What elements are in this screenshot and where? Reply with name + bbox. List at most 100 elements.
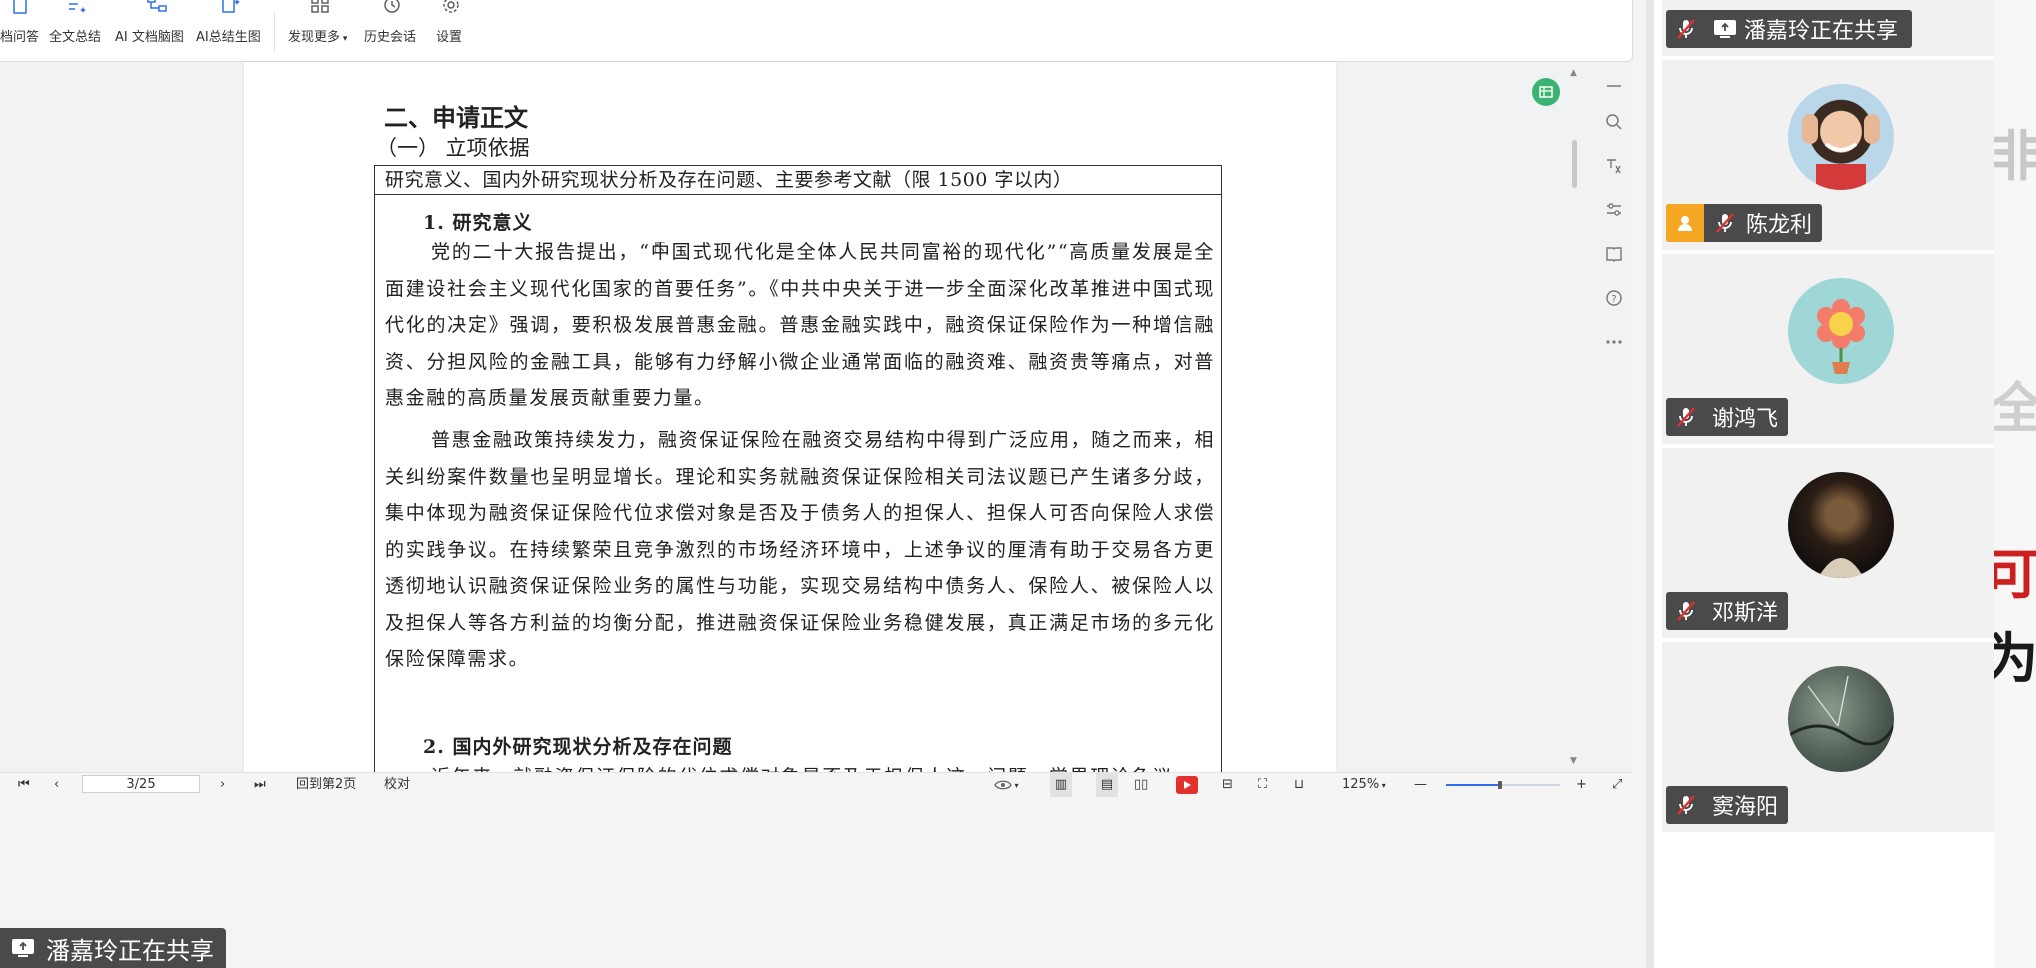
back-to-page-link[interactable]: 回到第2页 bbox=[296, 773, 356, 797]
box-header: 研究意义、国内外研究现状分析及存在问题、主要参考文献（限 1500 字以内） bbox=[375, 166, 1221, 195]
zoom-slider[interactable] bbox=[1446, 781, 1560, 789]
mic-off-icon bbox=[1666, 786, 1706, 824]
toolbar-label: 档问答 bbox=[0, 30, 40, 45]
read-mode-icon[interactable] bbox=[1596, 240, 1632, 268]
fullscreen-icon[interactable]: ⤢ bbox=[1612, 773, 1622, 797]
toolbar-item-mindmap[interactable]: AI 文档脑图 bbox=[115, 0, 199, 60]
participant-name-tag: 窦海阳 bbox=[1666, 786, 1789, 824]
participant-tile[interactable]: 窦海阳 bbox=[1662, 642, 2002, 832]
gear-icon bbox=[440, 0, 462, 16]
continuous-page-icon[interactable]: ▤ bbox=[1096, 773, 1118, 797]
avatar bbox=[1788, 666, 1894, 772]
search-icon[interactable] bbox=[1596, 108, 1632, 136]
toolbar-divider bbox=[274, 12, 275, 52]
last-page-icon[interactable]: ⏭ bbox=[254, 773, 266, 797]
mic-off-icon bbox=[1710, 204, 1740, 242]
share-name-text: 潘嘉玲正在共享 bbox=[1744, 19, 1899, 44]
participant-name: 陈龙利 bbox=[1746, 213, 1813, 238]
toolbar-item-image-gen[interactable]: AI总结生图 bbox=[196, 0, 266, 60]
fit-width-icon[interactable]: ⊟ bbox=[1222, 773, 1233, 797]
participant-tile[interactable]: 谢鸿飞 bbox=[1662, 254, 2002, 444]
history-icon bbox=[381, 0, 403, 16]
share-name-tag: 潘嘉玲正在共享 bbox=[1666, 10, 1913, 48]
more-icon[interactable] bbox=[1596, 328, 1632, 356]
content-box: 研究意义、国内外研究现状分析及存在问题、主要参考文献（限 1500 字以内） 1… bbox=[374, 165, 1222, 772]
participant-name-tag: 邓斯洋 bbox=[1666, 592, 1789, 630]
toolbar-label: AI 文档脑图 bbox=[115, 30, 184, 45]
chevron-down-icon: ▾ bbox=[340, 34, 348, 44]
avatar bbox=[1788, 84, 1894, 190]
mic-off-icon bbox=[1666, 592, 1706, 630]
slide-text-fragment: 非 bbox=[1994, 124, 2036, 188]
minimize-icon[interactable] bbox=[1596, 72, 1632, 100]
zoom-in-icon[interactable]: + bbox=[1576, 773, 1587, 797]
next-page-icon[interactable]: › bbox=[220, 773, 225, 797]
participant-tile[interactable]: 陈龙利 bbox=[1662, 60, 2002, 250]
slide-text-fragment: 为任 bbox=[1994, 626, 2036, 690]
first-page-icon[interactable]: ⏮ bbox=[18, 773, 30, 797]
ai-toolbar: 档问答 全文总结 AI 文档脑图 AI总结生图 发现更多 ▾ 历史会话 设置 bbox=[0, 0, 1633, 62]
section-title: 1. 研究意义 bbox=[423, 212, 533, 234]
proofread-button[interactable]: 校对 bbox=[384, 773, 410, 797]
translate-icon[interactable] bbox=[1596, 152, 1632, 180]
slide-text-fragment: 可打 bbox=[1994, 542, 2036, 606]
summary-icon bbox=[66, 0, 88, 16]
mindmap-icon bbox=[146, 0, 168, 16]
record-button[interactable] bbox=[1176, 776, 1198, 794]
participant-tile-sharer[interactable]: 潘嘉玲正在共享 bbox=[1662, 0, 2002, 56]
side-tool-strip: ? bbox=[1596, 62, 1632, 772]
document-page: 二、申请正文 （一） 立项依据 研究意义、国内外研究现状分析及存在问题、主要参考… bbox=[244, 62, 1336, 772]
avatar bbox=[1788, 472, 1894, 578]
avatar bbox=[1788, 278, 1894, 384]
prev-page-icon[interactable]: ‹ bbox=[54, 773, 59, 797]
spreadsheet-icon[interactable] bbox=[1532, 78, 1560, 106]
svg-text:?: ? bbox=[1611, 294, 1616, 305]
zoom-select[interactable]: 125% ▾ bbox=[1342, 773, 1386, 797]
toolbar-label: 设置 bbox=[436, 30, 463, 45]
fit-page-icon[interactable]: ⛶ bbox=[1258, 773, 1267, 797]
mouse-cursor-icon: ⇱ bbox=[654, 240, 666, 256]
paragraph: 近年来，就融资保证保险的代位求偿对象是否及于担保人这一问题，学界理论争议 bbox=[385, 759, 1215, 772]
help-icon[interactable]: ? bbox=[1596, 284, 1632, 312]
toolbar-label: 历史会话 bbox=[364, 30, 417, 45]
document-viewer[interactable]: 二、申请正文 （一） 立项依据 研究意义、国内外研究现状分析及存在问题、主要参考… bbox=[0, 62, 1632, 772]
sliders-icon[interactable] bbox=[1596, 196, 1632, 224]
screen-share-icon bbox=[12, 939, 34, 957]
zoom-slider-thumb[interactable] bbox=[1497, 781, 1502, 789]
share-banner-text: 潘嘉玲正在共享 bbox=[46, 936, 214, 965]
two-page-icon[interactable]: ▯▯ bbox=[1134, 773, 1148, 797]
bookmark-icon[interactable]: ⊔ bbox=[1294, 773, 1304, 797]
participant-name: 窦海阳 bbox=[1712, 795, 1779, 820]
screen-share-icon bbox=[1714, 20, 1736, 38]
zoom-slider-fill bbox=[1446, 784, 1500, 786]
toolbar-label: 发现更多 ▾ bbox=[288, 30, 348, 45]
single-page-icon[interactable]: ▥ bbox=[1050, 773, 1072, 797]
toolbar-item-history[interactable]: 历史会话 bbox=[364, 0, 420, 60]
zoom-out-icon[interactable]: — bbox=[1414, 773, 1427, 797]
status-bar: ⏮ ‹ 3/25 › ⏭ 回到第2页 校对 ▾ ▥ ▤ ▯▯ ⊟ ⛶ ⊔ 125… bbox=[0, 772, 1632, 797]
scroll-thumb[interactable] bbox=[1572, 140, 1577, 188]
mic-off-icon bbox=[1666, 10, 1706, 48]
participant-name-tag: 陈龙利 bbox=[1666, 204, 1823, 242]
sparkle-doc-icon bbox=[9, 0, 31, 16]
participant-tile[interactable]: 邓斯洋 bbox=[1662, 448, 2002, 638]
doc-subheading: （一） 立项依据 bbox=[376, 136, 530, 160]
share-status-banner: 潘嘉玲正在共享 bbox=[0, 928, 226, 968]
vertical-scrollbar[interactable]: ▲ ▼ bbox=[1567, 62, 1581, 772]
mic-off-icon bbox=[1666, 398, 1706, 436]
toolbar-item-settings[interactable]: 设置 bbox=[436, 0, 466, 60]
participant-name: 邓斯洋 bbox=[1712, 601, 1779, 626]
participant-name-tag: 谢鸿飞 bbox=[1666, 398, 1789, 436]
scroll-down-icon[interactable]: ▼ bbox=[1570, 756, 1577, 766]
page-number-input[interactable]: 3/25 bbox=[82, 775, 200, 793]
shared-screen: 档问答 全文总结 AI 文档脑图 AI总结生图 发现更多 ▾ 历史会话 设置 二… bbox=[0, 0, 1646, 968]
paragraph: 党的二十大报告提出，“中国式现代化是全体人民共同富裕的现代化”“高质量发展是全面… bbox=[385, 241, 1215, 409]
paragraph: 普惠金融政策持续发力，融资保证保险在融资交易结构中得到广泛应用，随之而来，相关纠… bbox=[385, 429, 1215, 670]
eye-icon[interactable]: ▾ bbox=[994, 773, 1019, 797]
host-icon bbox=[1666, 204, 1704, 242]
toolbar-label: 全文总结 bbox=[49, 30, 102, 45]
toolbar-item-discover-more[interactable]: 发现更多 ▾ bbox=[288, 0, 352, 60]
toolbar-item-summary[interactable]: 全文总结 bbox=[49, 0, 105, 60]
toolbar-item-doc-qa[interactable]: 档问答 bbox=[0, 0, 40, 60]
scroll-up-icon[interactable]: ▲ bbox=[1570, 68, 1577, 78]
